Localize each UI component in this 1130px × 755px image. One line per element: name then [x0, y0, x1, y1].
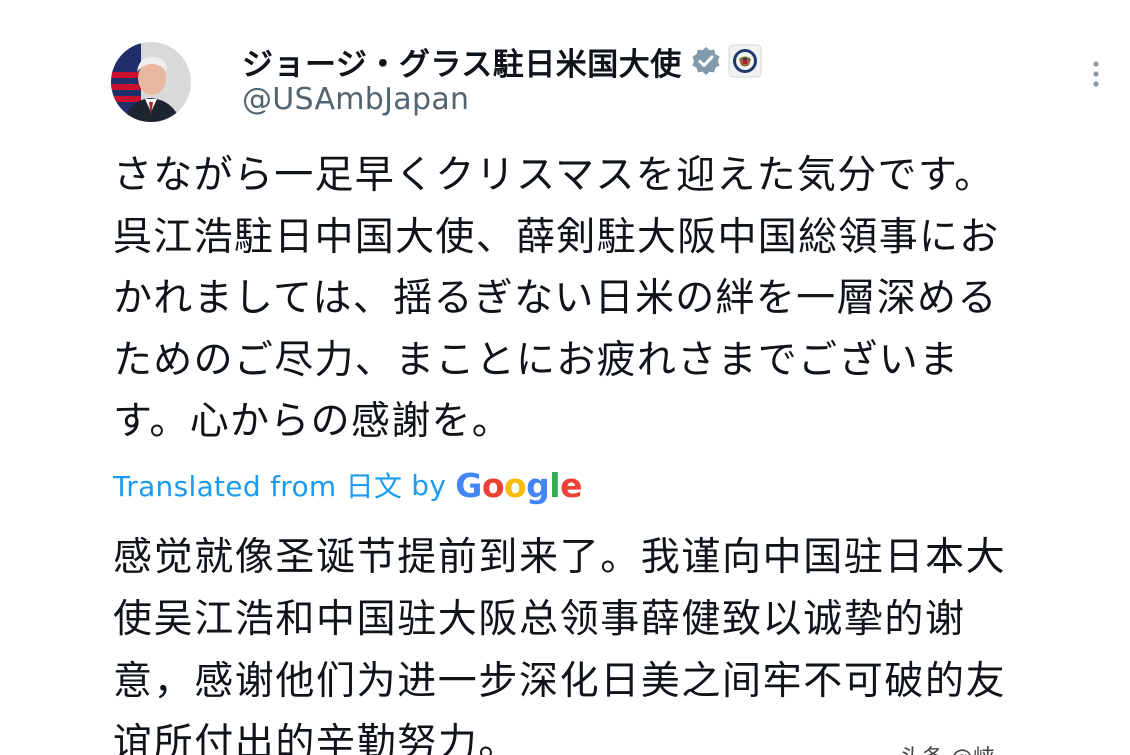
tweet-text-line: ためのご尽力、まことにお疲れさまでございま: [113, 337, 960, 383]
author-handle[interactable]: @USAmbJapan: [242, 82, 469, 117]
translated-by-label: by: [411, 468, 447, 502]
translation-attribution: Translated from 日文 by Google: [113, 462, 582, 508]
more-options-icon[interactable]: [1086, 58, 1106, 90]
avatar[interactable]: [111, 42, 191, 122]
translated-text-line: 感觉就像圣诞节提前到来了。我谨向中国驻日本大: [113, 535, 1007, 580]
watermark: 头条 @峡…: [900, 740, 1017, 755]
tweet-text-line: さながら一足早くクリスマスを迎えた気分です。: [113, 153, 995, 198]
google-logo: Google: [455, 466, 582, 505]
tweet-text-line: 呉江浩駐日中国大使、薛剣駐大阪中国総領事にお: [113, 214, 1000, 260]
tweet-text-line: かれましては、揺るぎない日米の絆を一層深める: [113, 276, 998, 322]
google-logo-letter: o: [504, 465, 527, 505]
translated-text-line: 使吴江浩和中国驻大阪总领事薛健致以诚挚的谢: [113, 597, 966, 642]
profile-photo: [111, 42, 191, 122]
translated-text-line: 意，感谢他们为进一步深化日美之间牢不可破的友: [113, 659, 1007, 704]
google-logo-letter: g: [526, 465, 550, 505]
google-logo-letter: l: [549, 465, 561, 505]
translated-from-link[interactable]: Translated from 日文: [113, 465, 402, 505]
translated-text: 感觉就像圣诞节提前到来了。我谨向中国驻日本大 使吴江浩和中国驻大阪总领事薛健致以…: [113, 527, 1113, 755]
author-display-name[interactable]: ジョージ・グラス駐日米国大使: [242, 39, 682, 84]
verified-badge-icon[interactable]: [690, 45, 722, 77]
tweet-text-line: す。心からの感謝を。: [113, 399, 513, 445]
tweet-text: さながら一足早くクリスマスを迎えた気分です。 呉江浩駐日中国大使、薛剣駐大阪中国…: [113, 145, 1103, 453]
author-name-row: ジョージ・グラス駐日米国大使: [242, 39, 762, 84]
google-logo-letter: G: [455, 465, 482, 505]
department-of-state-seal-icon[interactable]: [728, 44, 762, 78]
google-logo-letter: o: [481, 465, 505, 505]
google-logo-letter: e: [560, 465, 582, 505]
